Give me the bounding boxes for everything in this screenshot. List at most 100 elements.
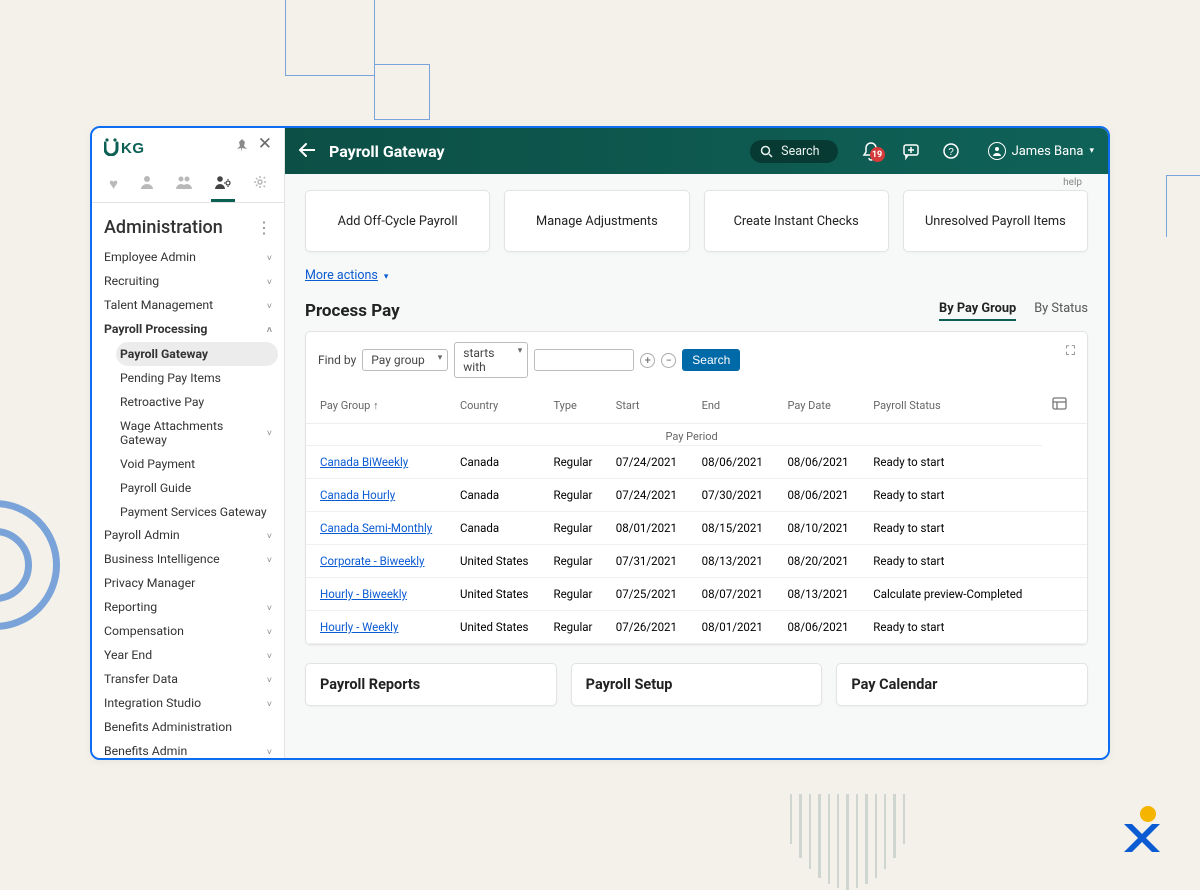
table-cell — [1042, 611, 1087, 644]
bottom-card[interactable]: Pay Calendar — [836, 663, 1088, 706]
table-cell: United States — [450, 611, 544, 644]
sidebar-item[interactable]: Payroll Admin ˅ — [92, 524, 284, 548]
sidebar-item[interactable]: Integration Studio˅ — [92, 692, 284, 716]
close-icon[interactable]: ✕ — [258, 138, 272, 156]
sidebar-item[interactable]: Year End˅ — [92, 644, 284, 668]
chevron-icon: ˅ — [267, 531, 272, 542]
avatar-icon — [988, 142, 1006, 160]
table-cell: Ready to start — [863, 446, 1042, 479]
help-icon[interactable]: ? — [942, 142, 960, 160]
sidebar-item[interactable]: Payroll Processing˄ — [92, 318, 284, 342]
notifications-icon[interactable]: 19 — [862, 141, 880, 161]
column-header[interactable]: Country — [450, 388, 544, 424]
table-cell: Calculate preview-Completed — [863, 578, 1042, 611]
column-header[interactable]: Start — [606, 388, 692, 424]
kebab-menu-icon[interactable]: ⋮ — [256, 218, 272, 237]
table-cell: Canada — [450, 479, 544, 512]
find-by-value-input[interactable] — [534, 349, 634, 371]
table-cell: Hourly - Biweekly — [306, 578, 450, 611]
bottom-card[interactable]: Payroll Setup — [571, 663, 823, 706]
table-cell: 07/24/2021 — [606, 446, 692, 479]
user-menu[interactable]: James Bana ▾ — [988, 142, 1094, 160]
sidebar-item-label: Wage Attachments Gateway — [120, 419, 267, 447]
table-cell: Corporate - Biweekly — [306, 545, 450, 578]
paygroup-link[interactable]: Canada BiWeekly — [320, 455, 408, 469]
sidebar-subitem[interactable]: Payroll Guide — [116, 476, 284, 500]
table-row: Canada Semi-MonthlyCanadaRegular08/01/20… — [306, 512, 1087, 545]
sidebar-item[interactable]: Privacy Manager — [92, 572, 284, 596]
search-button[interactable]: Search — [682, 349, 740, 371]
sidebar-item[interactable]: Benefits Administration — [92, 716, 284, 740]
sidebar-item[interactable]: Reporting˅ — [92, 596, 284, 620]
sidebar-subitem[interactable]: Void Payment — [116, 452, 284, 476]
paygroup-link[interactable]: Corporate - Biweekly — [320, 554, 425, 568]
feedback-icon[interactable] — [902, 142, 920, 160]
paygroup-link[interactable]: Canada Hourly — [320, 488, 395, 502]
sidebar-item-label: Privacy Manager — [104, 577, 195, 591]
find-by-label: Find by — [318, 353, 356, 367]
remove-filter-icon[interactable]: − — [661, 353, 676, 368]
nav-favorites-icon[interactable]: ♥ — [105, 169, 122, 202]
sidebar-item[interactable]: Benefits Admin˅ — [92, 740, 284, 758]
sidebar-item[interactable]: Talent Management˅ — [92, 294, 284, 318]
sidebar-item[interactable]: Business Intelligence˅ — [92, 548, 284, 572]
tab-by-pay-group[interactable]: By Pay Group — [939, 301, 1016, 321]
sidebar-item[interactable]: Transfer Data˅ — [92, 668, 284, 692]
column-header[interactable]: Pay Group ↑ — [306, 388, 450, 424]
add-filter-icon[interactable]: + — [640, 353, 655, 368]
sidebar-item-label: Year End — [104, 649, 152, 663]
sidebar-item-label: Integration Studio — [104, 697, 201, 711]
paygroup-link[interactable]: Hourly - Weekly — [320, 620, 398, 634]
table-cell: United States — [450, 578, 544, 611]
table-cell: Canada Semi-Monthly — [306, 512, 450, 545]
sidebar-item-label: Payroll Guide — [120, 481, 191, 495]
sidebar-item-label: Recruiting — [104, 275, 159, 289]
tab-by-status[interactable]: By Status — [1034, 301, 1088, 321]
sidebar-subitem[interactable]: Wage Attachments Gateway˅ — [116, 414, 284, 452]
action-card[interactable]: Add Off-Cycle Payroll — [305, 190, 490, 252]
sidebar-item-label: Payroll Admin — [104, 529, 180, 543]
action-card[interactable]: Create Instant Checks — [704, 190, 889, 252]
back-icon[interactable] — [299, 142, 315, 161]
column-header[interactable]: Payroll Status — [863, 388, 1042, 424]
expand-icon[interactable]: ⛶ — [1066, 344, 1075, 359]
nav-person-icon[interactable] — [136, 169, 158, 202]
nav-people-icon[interactable] — [172, 169, 196, 202]
global-search[interactable]: Search — [750, 140, 837, 163]
more-actions-link[interactable]: More actions — [305, 268, 378, 283]
nav-admin-icon[interactable] — [211, 169, 235, 202]
sidebar-subitem[interactable]: Payroll Gateway — [116, 342, 278, 366]
action-card[interactable]: Manage Adjustments — [504, 190, 689, 252]
sidebar-subitem[interactable]: Retroactive Pay — [116, 390, 284, 414]
table-cell: 08/06/2021 — [692, 446, 778, 479]
column-header[interactable]: Type — [543, 388, 605, 424]
chevron-icon: ˅ — [267, 603, 272, 614]
paygroup-link[interactable]: Hourly - Biweekly — [320, 587, 407, 601]
sidebar-item[interactable]: Recruiting ˅ — [92, 270, 284, 294]
find-by-op-select[interactable]: starts with — [454, 342, 528, 378]
table-row: Canada HourlyCanadaRegular07/24/202107/3… — [306, 479, 1087, 512]
sidebar-item[interactable]: Employee Admin˅ — [92, 246, 284, 270]
sidebar-item[interactable]: Compensation˅ — [92, 620, 284, 644]
table-cell: Regular — [543, 479, 605, 512]
table-cell: 07/26/2021 — [606, 611, 692, 644]
search-icon — [760, 145, 773, 158]
nav-settings-icon[interactable] — [249, 169, 271, 202]
table-cell: 08/01/2021 — [692, 611, 778, 644]
table-row: Corporate - BiweeklyUnited StatesRegular… — [306, 545, 1087, 578]
columns-icon[interactable] — [1052, 396, 1067, 415]
sidebar-item-label: Transfer Data — [104, 673, 178, 687]
pin-icon[interactable] — [236, 138, 248, 156]
column-header[interactable]: Pay Date — [777, 388, 863, 424]
chevron-icon: ˅ — [267, 277, 272, 288]
paygroup-link[interactable]: Canada Semi-Monthly — [320, 521, 432, 535]
table-cell: 08/06/2021 — [777, 446, 863, 479]
bottom-card[interactable]: Payroll Reports — [305, 663, 557, 706]
sidebar-subitem[interactable]: Pending Pay Items — [116, 366, 284, 390]
find-by-field-select[interactable]: Pay group — [362, 349, 448, 371]
action-card[interactable]: Unresolved Payroll Items — [903, 190, 1088, 252]
table-cell: Ready to start — [863, 545, 1042, 578]
sidebar-subitem[interactable]: Payment Services Gateway — [116, 500, 284, 524]
column-header[interactable]: End — [692, 388, 778, 424]
help-link[interactable]: help — [285, 174, 1108, 188]
